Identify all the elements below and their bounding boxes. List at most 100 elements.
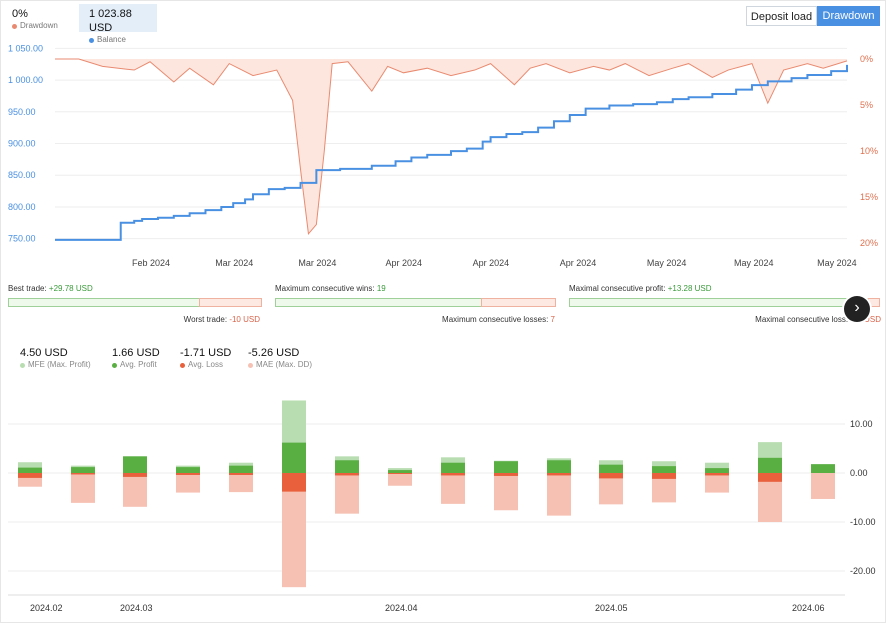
avg-profit-bar — [811, 464, 835, 473]
legend-avg-loss-dot — [180, 362, 185, 368]
right-axis-tick: 0% — [860, 54, 873, 64]
x-axis-tick: 2024.03 — [120, 603, 153, 613]
x-axis-tick: 2024.04 — [385, 603, 418, 613]
mae-bar — [441, 473, 465, 504]
best-trade-label: Best trade: — [8, 284, 47, 293]
legend-avg-profit-value: 1.66 USD — [112, 347, 160, 359]
avg-loss-bar — [335, 473, 359, 476]
x-axis-tick: Mar 2024 — [215, 258, 253, 268]
avg-loss-bar — [652, 473, 676, 479]
mae-bar — [811, 473, 835, 499]
avg-loss-bar — [229, 473, 253, 475]
avg-profit-bar — [758, 457, 782, 473]
left-axis-tick: 750.00 — [8, 234, 36, 244]
avg-profit-bar — [388, 470, 412, 473]
avg-loss-bar — [494, 473, 518, 476]
mae-bar — [705, 473, 729, 493]
avg-profit-bar — [282, 442, 306, 473]
avg-profit-bar — [123, 456, 147, 473]
avg-profit-bar — [176, 467, 200, 473]
x-axis-tick: Apr 2024 — [385, 258, 422, 268]
x-axis-tick: May 2024 — [734, 258, 774, 268]
drawdown-line — [55, 58, 848, 235]
right-axis-tick: 5% — [860, 100, 873, 110]
worst-trade-segment — [199, 298, 262, 307]
worst-trade-label: Worst trade: — [183, 315, 228, 324]
right-axis-tick: 20% — [860, 238, 878, 248]
x-axis-tick: 2024.06 — [792, 603, 825, 613]
left-axis-tick: 850.00 — [8, 170, 36, 180]
mae-bar — [71, 473, 95, 503]
avg-loss-bar — [176, 473, 200, 475]
max-cons-wins-label: Maximum consecutive wins: — [275, 284, 375, 293]
avg-profit-bar — [494, 461, 518, 473]
avg-profit-bar — [71, 467, 95, 473]
avg-loss-bar — [71, 473, 95, 475]
legend-avg-loss: -1.71 USD Avg. Loss — [180, 347, 231, 370]
avg-profit-bar — [18, 467, 42, 473]
avg-loss-bar — [599, 473, 623, 479]
avg-loss-bar — [441, 473, 465, 476]
x-axis-tick: Apr 2024 — [560, 258, 597, 268]
drawdown-area — [55, 59, 847, 234]
avg-profit-bar — [441, 462, 465, 473]
balance-line — [55, 64, 848, 241]
right-axis-tick: 0.00 — [850, 468, 868, 478]
legend-mae-dot — [248, 362, 253, 368]
maximal-cons-profit-label: Maximal consecutive profit: — [569, 284, 666, 293]
legend-mfe-value: 4.50 USD — [20, 347, 68, 359]
cons-wins-losses-bar — [275, 298, 556, 307]
maximal-cons-profit: Maximal consecutive profit: +13.28 USD — [569, 284, 712, 293]
right-axis-tick: -20.00 — [850, 566, 876, 576]
avg-profit-bar — [229, 465, 253, 473]
avg-loss-bar — [758, 473, 782, 482]
avg-loss-bar — [388, 473, 412, 474]
x-axis-tick: Apr 2024 — [473, 258, 510, 268]
left-axis-tick: 950.00 — [8, 107, 36, 117]
legend-mae-value: -5.26 USD — [248, 347, 300, 359]
right-axis-tick: -10.00 — [850, 517, 876, 527]
x-axis-tick: 2024.02 — [30, 603, 63, 613]
mae-bar — [176, 473, 200, 493]
legend-avg-loss-label: Avg. Loss — [188, 360, 223, 369]
avg-loss-bar — [282, 473, 306, 492]
avg-profit-bar — [705, 468, 729, 473]
right-axis-tick: 15% — [860, 192, 878, 202]
x-axis-tick: 2024.05 — [595, 603, 628, 613]
max-cons-wins: Maximum consecutive wins: 19 — [275, 284, 386, 293]
max-cons-losses-value: 7 — [550, 315, 555, 324]
balance-drawdown-chart: 1 050.00 1 000.00 950.00 900.00 850.00 800.00… — [8, 43, 878, 268]
mae-bar — [388, 473, 412, 486]
max-cons-wins-value: 19 — [376, 284, 386, 293]
x-axis-tick: Mar 2024 — [298, 258, 336, 268]
cons-profit-loss-bar — [569, 298, 880, 307]
avg-loss-bar — [18, 473, 42, 478]
mae-bar — [494, 473, 518, 511]
legend-avg-profit: 1.66 USD Avg. Profit — [112, 347, 160, 370]
worst-trade: Worst trade: -10 USD — [184, 315, 260, 324]
mae-bar — [335, 473, 359, 514]
x-axis-tick: May 2024 — [647, 258, 687, 268]
legend-avg-loss-value: -1.71 USD — [180, 347, 232, 359]
left-axis-tick: 800.00 — [8, 202, 36, 212]
legend-mfe-label: MFE (Max. Profit) — [28, 360, 91, 369]
maximal-cons-loss-label: Maximal consecutive loss: — [755, 315, 849, 324]
avg-profit-bar — [335, 460, 359, 473]
avg-profit-bar — [599, 464, 623, 473]
right-axis-tick: 10% — [860, 146, 878, 156]
avg-loss-bar — [123, 473, 147, 477]
avg-loss-bar — [547, 473, 571, 476]
maximal-cons-profit-value: +13.28 USD — [667, 284, 712, 293]
max-cons-losses: Maximum consecutive losses: 7 — [442, 315, 555, 324]
right-axis-tick: 10.00 — [850, 419, 873, 429]
legend-mfe-dot — [20, 362, 25, 368]
best-trade-value: +29.78 USD — [48, 284, 93, 293]
best-worst-bar — [8, 298, 262, 307]
legend-avg-profit-label: Avg. Profit — [120, 360, 157, 369]
chevron-right-icon[interactable]: › — [844, 296, 870, 322]
left-axis-tick: 900.00 — [8, 139, 36, 149]
left-axis-tick: 1 000.00 — [8, 75, 43, 85]
max-cons-losses-label: Maximum consecutive losses: — [442, 315, 549, 324]
mae-bar — [123, 473, 147, 507]
cons-losses-segment — [480, 298, 556, 307]
